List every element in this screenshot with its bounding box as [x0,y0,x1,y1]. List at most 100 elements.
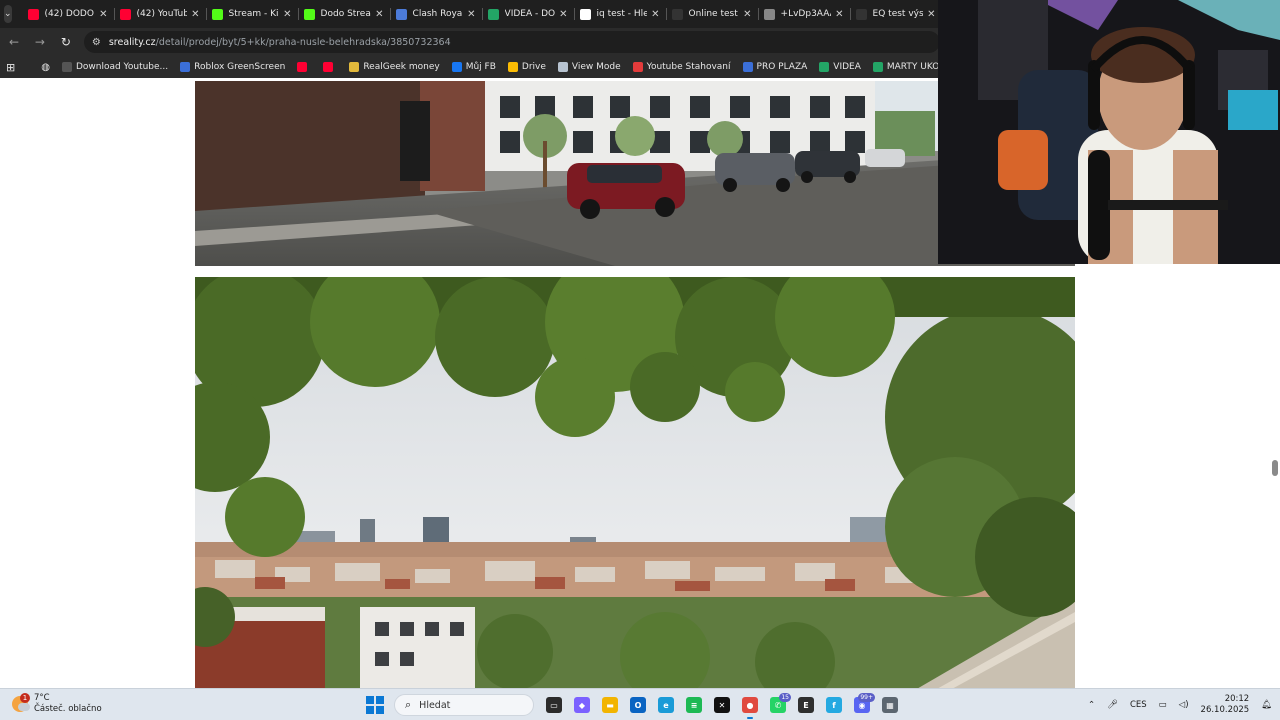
weather-partly-cloudy-icon: 1 [12,693,30,712]
tab-close-icon[interactable]: ✕ [99,9,107,20]
calculator-taskbar-button[interactable]: ▦ [876,693,904,717]
page-scrollbar-thumb[interactable] [1272,460,1278,476]
tab-title: (42) DODO S [44,9,96,19]
fiverr-icon: f [826,697,842,713]
discord-taskbar-button[interactable]: ◉ 99+ [848,693,876,717]
kick-icon [303,8,315,20]
edge-taskbar-button[interactable]: e [652,693,680,717]
clock-date: 26.10.2025 [1200,705,1250,715]
apps-grid-icon[interactable]: ⊞ [6,61,15,74]
weather-badge: 1 [20,693,30,703]
browser-tab[interactable]: Dodo Stream✕ [297,0,390,28]
tab-close-icon[interactable]: ✕ [743,9,751,20]
image-icon [557,62,568,72]
game-icon [395,8,407,20]
tab-title: VIDEA - DO [504,9,556,19]
bookmark-list: Download Youtube... Roblox GreenScreen Rea… [61,62,940,72]
copilot-icon: ◆ [574,697,590,713]
notification-count-badge: 99+ [858,693,875,702]
tab-strip: ⌄ (42) DODO S✕(42) YouTube✕Stream - Kick… [0,0,940,28]
bookmark-label: Youtube Stahovaní [646,62,731,72]
fiverr-taskbar-button[interactable]: f [820,693,848,717]
page-icon [671,8,683,20]
weather-temperature: 7°C [34,693,50,703]
listing-photo-panorama[interactable] [195,277,1075,690]
outlook-taskbar-button[interactable]: O [624,693,652,717]
epic-games-icon: E [798,697,814,713]
forward-arrow-icon[interactable]: → [28,30,52,54]
epic-games-taskbar-button[interactable]: E [792,693,820,717]
bookmark-item[interactable]: PRO PLAZA [742,62,808,72]
input-language[interactable]: CES [1130,700,1147,710]
notification-bell-icon[interactable]: 🔔︎ [1261,700,1272,710]
reload-icon[interactable]: ↻ [54,30,78,54]
capcut-icon: ✕ [714,697,730,713]
tab-close-icon[interactable]: ✕ [191,9,199,20]
bookmark-item[interactable]: Roblox GreenScreen [180,62,285,72]
bookmark-item[interactable] [297,62,311,72]
bookmark-item[interactable]: Drive [507,62,546,72]
tray-overflow-chevron-icon[interactable]: ⌃ [1088,700,1095,710]
whatsapp-taskbar-button[interactable]: ✆ 15 [764,693,792,717]
browser-tab[interactable]: (42) DODO S✕ [22,0,114,28]
address-bar-row: ← → ↻ ⚙ sreality.cz/detail/prodej/byt/5+… [0,28,941,56]
file-explorer-taskbar-button[interactable]: ▬ [596,693,624,717]
bookmark-item[interactable]: View Mode [557,62,621,72]
tab-search-chevron-icon[interactable]: ⌄ [4,5,12,23]
globe-bookmark-icon[interactable]: ◍ [41,62,50,73]
volume-icon[interactable]: ◁) [1179,700,1189,710]
bookmark-label: Můj FB [465,62,496,72]
browser-tab[interactable]: VIDEA - DO ✕ [481,0,574,28]
youtube-icon [297,62,308,72]
browser-tab[interactable]: Clash Royale✕ [389,0,482,28]
chrome-taskbar-button[interactable]: ● [736,693,764,719]
tab-close-icon[interactable]: ✕ [835,9,843,20]
bookmark-item[interactable]: RealGeek money [349,62,440,72]
url-input[interactable]: ⚙ sreality.cz/detail/prodej/byt/5+kk/pra… [83,31,941,53]
tab-title: +LvDp3AAA [780,9,832,19]
bookmark-item[interactable]: VIDEA [819,62,861,72]
bookmark-label: PRO PLAZA [756,62,808,72]
task-view-taskbar-button[interactable]: ▭ [540,693,568,717]
tab-close-icon[interactable]: ✕ [283,9,291,20]
taskbar-search-input[interactable]: ⌕ Hledat [394,694,534,716]
bookmark-item[interactable]: Youtube Stahovaní [632,62,731,72]
browser-tab[interactable]: Online test I ✕ [665,0,758,28]
tab-close-icon[interactable]: ✕ [927,9,935,20]
browser-tab[interactable]: (42) YouTube✕ [113,0,206,28]
capcut-taskbar-button[interactable]: ✕ [708,693,736,717]
network-icon[interactable]: ▭ [1159,700,1167,710]
search-icon: ⌕ [405,698,412,711]
clock[interactable]: 20:12 26.10.2025 [1201,694,1250,716]
bookmark-item[interactable]: Download Youtube... [61,62,168,72]
site-info-icon[interactable]: ⚙ [92,37,101,48]
tab-title: Dodo Stream [320,9,372,19]
tab-close-icon[interactable]: ✕ [467,9,475,20]
spotify-taskbar-button[interactable]: ≡ [680,693,708,717]
microphone-icon[interactable]: 🎤︎ [1107,700,1118,710]
coin-icon [349,62,360,72]
notification-count-badge: 15 [779,693,791,702]
browser-tab[interactable]: Stream - Kick✕ [205,0,298,28]
browser-tab[interactable]: EQ test výsle✕ [849,0,942,28]
windows-start-icon[interactable] [366,696,384,714]
webcam-overlay [938,0,1280,264]
google-icon [579,8,591,20]
tab-close-icon[interactable]: ✕ [375,9,383,20]
youtube-icon [323,62,334,72]
bookmark-item[interactable] [323,62,337,72]
bookmark-item[interactable]: MARTY UKOLY [872,62,940,72]
browser-tab[interactable]: iq test - Hle ✕ [573,0,666,28]
tab-title: (42) YouTube [136,9,188,19]
back-arrow-icon[interactable]: ← [2,30,26,54]
download-icon [632,62,643,72]
bookmark-label: MARTY UKOLY [886,62,940,72]
weather-widget[interactable]: 1 7°C Částeč. oblačno [12,693,102,715]
copilot-taskbar-button[interactable]: ◆ [568,693,596,717]
browser-tab[interactable]: +LvDp3AAA ✕ [757,0,850,28]
screen: ⌄ (42) DODO S✕(42) YouTube✕Stream - Kick… [0,0,1280,720]
outlook-icon: O [630,697,646,713]
bookmark-item[interactable]: Můj FB [451,62,496,72]
tab-close-icon[interactable]: ✕ [651,9,659,20]
tab-close-icon[interactable]: ✕ [559,9,567,20]
